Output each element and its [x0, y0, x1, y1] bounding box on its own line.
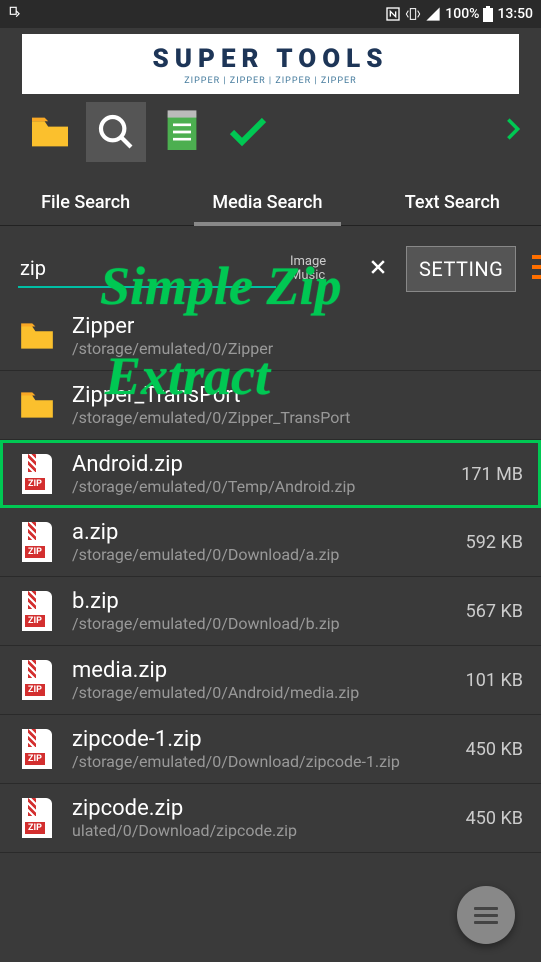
- file-info: Zipper_TransPort/storage/emulated/0/Zipp…: [72, 383, 523, 427]
- file-size: 592 KB: [466, 532, 523, 553]
- search-controls: Image Music SETTING: [0, 226, 541, 302]
- zip-file-icon: [22, 660, 52, 700]
- zip-file-icon: [22, 522, 52, 562]
- file-type-icon: [18, 659, 56, 701]
- file-name: Zipper_TransPort: [72, 383, 523, 408]
- folder-button[interactable]: [20, 102, 80, 162]
- status-bar: 100% 13:50: [0, 0, 541, 28]
- file-path: ulated/0/Download/zipcode.zip: [72, 821, 450, 840]
- file-list: Zipper/storage/emulated/0/Zipper Zipper_T…: [0, 302, 541, 853]
- tab-media-search[interactable]: Media Search: [204, 180, 330, 225]
- file-size: 171 MB: [461, 464, 523, 485]
- setting-button[interactable]: SETTING: [406, 246, 516, 292]
- zip-file-icon: [22, 798, 52, 838]
- more-tools-button[interactable]: [505, 115, 521, 150]
- file-row[interactable]: Zipper_TransPort/storage/emulated/0/Zipp…: [0, 371, 541, 440]
- tab-text-search[interactable]: Text Search: [397, 180, 508, 225]
- search-button[interactable]: [86, 102, 146, 162]
- file-path: /storage/emulated/0/Download/zipcode-1.z…: [72, 752, 450, 771]
- menu-fab[interactable]: [457, 886, 515, 944]
- file-type-icon: [18, 797, 56, 839]
- ad-title: SUPER TOOLS: [38, 44, 503, 74]
- clock: 13:50: [497, 6, 533, 22]
- nfc-icon: [385, 6, 401, 22]
- document-button[interactable]: [152, 102, 212, 162]
- hamburger-icon: [474, 903, 498, 928]
- close-icon: [368, 257, 388, 277]
- file-type-icon: [18, 315, 56, 357]
- file-size: 567 KB: [466, 601, 523, 622]
- file-type-icon: [18, 453, 56, 495]
- file-row[interactable]: zipcode.zipulated/0/Download/zipcode.zip…: [0, 784, 541, 853]
- filter-image: Image: [290, 255, 350, 269]
- battery-percent: 100%: [445, 6, 479, 22]
- file-info: b.zip/storage/emulated/0/Download/b.zip: [72, 589, 450, 633]
- filter-music: Music: [290, 269, 350, 283]
- confirm-button[interactable]: [218, 102, 278, 162]
- filter-labels: Image Music: [290, 255, 350, 284]
- file-path: /storage/emulated/0/Download/a.zip: [72, 545, 450, 564]
- file-info: Zipper/storage/emulated/0/Zipper: [72, 314, 523, 358]
- file-row[interactable]: zipcode-1.zip/storage/emulated/0/Downloa…: [0, 715, 541, 784]
- file-info: a.zip/storage/emulated/0/Download/a.zip: [72, 520, 450, 564]
- file-name: Zipper: [72, 314, 523, 339]
- file-path: /storage/emulated/0/Zipper: [72, 339, 523, 358]
- app-indicator-icon: [8, 5, 22, 19]
- vibrate-icon: [405, 6, 421, 22]
- zip-file-icon: [22, 729, 52, 769]
- toolbar: [0, 94, 541, 170]
- battery-icon: [483, 6, 493, 22]
- file-name: media.zip: [72, 658, 450, 683]
- file-path: /storage/emulated/0/Android/media.zip: [72, 683, 450, 702]
- check-icon: [224, 108, 272, 156]
- file-size: 101 KB: [466, 670, 523, 691]
- file-path: /storage/emulated/0/Temp/Android.zip: [72, 477, 445, 496]
- file-type-icon: [18, 521, 56, 563]
- ad-banner[interactable]: SUPER TOOLS ZIPPER | ZIPPER | ZIPPER | Z…: [22, 34, 519, 94]
- status-right: 100% 13:50: [385, 6, 533, 22]
- file-info: Android.zip/storage/emulated/0/Temp/Andr…: [72, 452, 445, 496]
- sort-button[interactable]: [530, 251, 541, 287]
- sort-icon: [530, 251, 541, 283]
- tab-file-search[interactable]: File Search: [33, 180, 138, 225]
- file-info: zipcode-1.zip/storage/emulated/0/Downloa…: [72, 727, 450, 771]
- file-name: zipcode.zip: [72, 796, 450, 821]
- search-icon: [96, 112, 136, 152]
- chevron-right-icon: [505, 115, 521, 143]
- file-row[interactable]: Zipper/storage/emulated/0/Zipper: [0, 302, 541, 371]
- file-name: b.zip: [72, 589, 450, 614]
- folder-icon: [18, 320, 56, 352]
- file-info: zipcode.zipulated/0/Download/zipcode.zip: [72, 796, 450, 840]
- search-input[interactable]: [18, 250, 276, 288]
- document-icon: [164, 110, 200, 154]
- file-name: a.zip: [72, 520, 450, 545]
- zip-file-icon: [22, 454, 52, 494]
- clear-button[interactable]: [364, 255, 392, 283]
- file-row[interactable]: Android.zip/storage/emulated/0/Temp/Andr…: [0, 440, 541, 508]
- status-left: [8, 5, 22, 23]
- file-path: /storage/emulated/0/Download/b.zip: [72, 614, 450, 633]
- file-info: media.zip/storage/emulated/0/Android/med…: [72, 658, 450, 702]
- file-path: /storage/emulated/0/Zipper_TransPort: [72, 408, 523, 427]
- signal-icon: [425, 6, 441, 22]
- file-name: Android.zip: [72, 452, 445, 477]
- zip-file-icon: [22, 591, 52, 631]
- ad-subtitle: ZIPPER | ZIPPER | ZIPPER | ZIPPER: [38, 76, 503, 86]
- file-size: 450 KB: [466, 808, 523, 829]
- file-row[interactable]: media.zip/storage/emulated/0/Android/med…: [0, 646, 541, 715]
- file-type-icon: [18, 728, 56, 770]
- file-type-icon: [18, 590, 56, 632]
- file-type-icon: [18, 384, 56, 426]
- file-size: 450 KB: [466, 739, 523, 760]
- folder-icon: [18, 389, 56, 421]
- folder-icon: [28, 114, 72, 150]
- file-row[interactable]: a.zip/storage/emulated/0/Download/a.zip 5…: [0, 508, 541, 577]
- file-name: zipcode-1.zip: [72, 727, 450, 752]
- file-row[interactable]: b.zip/storage/emulated/0/Download/b.zip 5…: [0, 577, 541, 646]
- search-tabs: File Search Media Search Text Search: [0, 170, 541, 226]
